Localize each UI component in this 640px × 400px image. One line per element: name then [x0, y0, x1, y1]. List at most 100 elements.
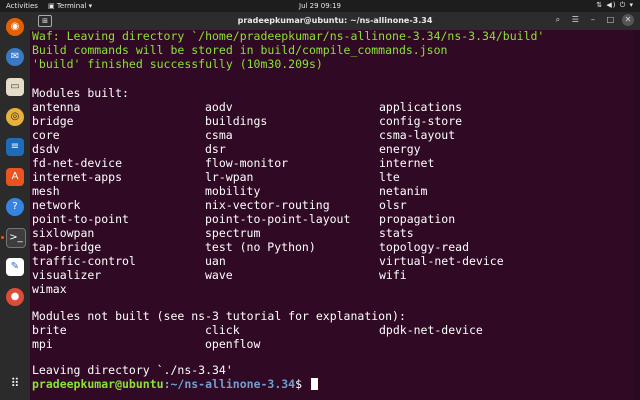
terminal-icon[interactable]: >_: [6, 228, 26, 248]
module-name: mpi: [32, 337, 53, 351]
network-icon: ⇅: [596, 1, 604, 9]
module-row: bridge buildings config-store: [32, 114, 632, 129]
module-name: spectrum: [205, 226, 261, 240]
module-name: csma: [205, 128, 233, 142]
module-row: mesh mobility netanim: [32, 184, 632, 199]
module-name: wifi: [379, 268, 407, 282]
module-name: netanim: [379, 184, 428, 198]
module-name: test (no Python): [205, 240, 316, 254]
app-menu[interactable]: ▣ Terminal ▾: [48, 2, 92, 10]
module-name: mesh: [32, 184, 60, 198]
terminal-output[interactable]: Waf: Leaving directory `/home/pradeepkum…: [30, 29, 634, 400]
output-line: Build commands will be stored in build/c…: [32, 43, 448, 57]
module-row: internet-apps lr-wpan lte: [32, 170, 632, 185]
search-icon[interactable]: ⌕: [552, 14, 564, 26]
module-row: sixlowpan spectrum stats: [32, 226, 632, 241]
system-menu[interactable]: ⇅ ◀) ⏻ ▾: [596, 1, 634, 10]
apps-grid-icon[interactable]: ⠿: [6, 374, 24, 392]
top-bar: Activities ▣ Terminal ▾ Jul 29 09:19 ⇅ ◀…: [0, 0, 640, 12]
module-name: antenna: [32, 100, 81, 114]
module-row: fd-net-device flow-monitor internet: [32, 156, 632, 171]
thunderbird-icon[interactable]: ✉: [6, 48, 24, 66]
prompt-user: pradeepkumar@ubuntu: [32, 377, 164, 391]
module-name: olsr: [379, 198, 407, 212]
leaving-directory-line: Leaving directory `./ns-3.34': [32, 363, 233, 377]
module-name: openflow: [205, 337, 261, 351]
scrollbar[interactable]: [634, 30, 640, 400]
module-name: aodv: [205, 100, 233, 114]
module-row: mpi openflow: [32, 337, 632, 352]
module-row: tap-bridge test (no Python) topology-read: [32, 240, 632, 255]
module-name: point-to-point-layout: [205, 212, 351, 226]
prompt-path: :~/ns-allinone-3.34: [163, 377, 296, 391]
module-name: point-to-point: [32, 212, 129, 226]
module-name: fd-net-device: [32, 156, 123, 170]
prompt-symbol: $: [295, 377, 309, 391]
output-line: 'build' finished successfully (10m30.209…: [32, 57, 323, 71]
module-row: traffic-control uan virtual-net-device: [32, 254, 632, 269]
module-name: dpdk-net-device: [379, 323, 483, 337]
module-name: brite: [32, 323, 67, 337]
module-name: buildings: [205, 114, 268, 128]
modules-not-built-header: Modules not built (see ns-3 tutorial for…: [32, 309, 406, 323]
module-name: lte: [379, 170, 400, 184]
module-name: click: [205, 323, 240, 337]
rhythmbox-icon[interactable]: ◎: [6, 108, 24, 126]
module-row: network nix-vector-routing olsr: [32, 198, 632, 213]
app-menu-label: Terminal: [56, 2, 87, 10]
module-name: wimax: [32, 282, 67, 296]
firefox-icon[interactable]: ◉: [6, 18, 24, 36]
module-row: brite click dpdk-net-device: [32, 323, 632, 338]
module-name: nix-vector-routing: [205, 198, 330, 212]
module-name: energy: [379, 142, 421, 156]
software-icon[interactable]: A: [6, 168, 24, 186]
text-editor-icon[interactable]: ✎: [6, 258, 24, 276]
module-name: internet: [379, 156, 435, 170]
menu-icon[interactable]: ☰: [569, 14, 581, 26]
module-name: lr-wpan: [205, 170, 254, 184]
close-button[interactable]: ✕: [622, 14, 634, 26]
module-name: internet-apps: [32, 170, 123, 184]
module-name: topology-read: [379, 240, 470, 254]
module-name: applications: [379, 100, 463, 114]
module-name: propagation: [379, 212, 456, 226]
module-name: virtual-net-device: [379, 254, 504, 268]
module-name: flow-monitor: [205, 156, 289, 170]
module-name: tap-bridge: [32, 240, 102, 254]
module-row: dsdv dsr energy: [32, 142, 632, 157]
help-icon[interactable]: ?: [6, 198, 24, 216]
minimize-button[interactable]: –: [587, 14, 599, 26]
module-name: visualizer: [32, 268, 102, 282]
module-name: uan: [205, 254, 226, 268]
module-name: mobility: [205, 184, 261, 198]
module-name: core: [32, 128, 60, 142]
shell-prompt[interactable]: pradeepkumar@ubuntu:~/ns-allinone-3.34$: [32, 377, 318, 392]
modules-built-header: Modules built:: [32, 86, 129, 100]
module-row: core csma csma-layout: [32, 128, 632, 143]
module-name: csma-layout: [379, 128, 456, 142]
chrome-icon[interactable]: ●: [6, 288, 24, 306]
module-name: bridge: [32, 114, 74, 128]
dock: ◉ ✉ ▭ ◎ ≡ A ? >_ ✎ ● ⠿: [0, 12, 30, 400]
output-line: Waf: Leaving directory `/home/pradeepkum…: [32, 29, 545, 43]
module-name: wave: [205, 268, 233, 282]
module-row: antenna aodv applications: [32, 100, 632, 115]
module-name: dsr: [205, 142, 226, 156]
module-row: wimax: [32, 282, 632, 297]
module-name: sixlowpan: [32, 226, 95, 240]
module-name: config-store: [379, 114, 463, 128]
writer-icon[interactable]: ≡: [6, 138, 24, 156]
module-name: network: [32, 198, 81, 212]
module-name: traffic-control: [32, 254, 136, 268]
volume-icon: ◀): [606, 1, 617, 9]
active-indicator: [1, 236, 4, 239]
files-icon[interactable]: ▭: [6, 78, 24, 96]
activities-button[interactable]: Activities: [6, 2, 38, 10]
clock[interactable]: Jul 29 09:19: [299, 2, 341, 10]
text-cursor: [310, 378, 318, 390]
power-icon: ⏻: [619, 1, 627, 9]
module-name: stats: [379, 226, 414, 240]
window-titlebar: ⊞ pradeepkumar@ubuntu: ~/ns-allinone-3.3…: [30, 12, 640, 30]
maximize-button[interactable]: □: [604, 14, 616, 26]
module-row: visualizer wave wifi: [32, 268, 632, 283]
